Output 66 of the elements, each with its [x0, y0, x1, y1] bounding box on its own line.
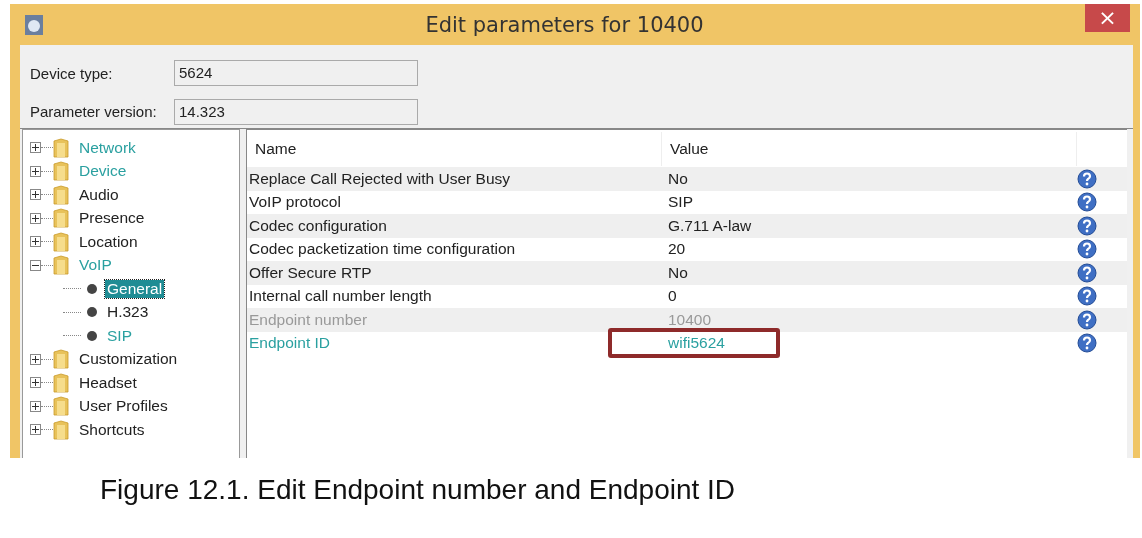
folder-icon — [53, 396, 69, 417]
bullet-icon — [87, 283, 97, 294]
app-icon — [24, 13, 44, 36]
expand-icon[interactable] — [30, 400, 41, 412]
table-cell-text: 20 — [667, 240, 686, 259]
table-cell-text: Endpoint ID — [248, 334, 331, 353]
tree-item[interactable]: General — [105, 279, 165, 298]
table-cell-text: SIP — [667, 193, 693, 212]
help-icon[interactable] — [1077, 192, 1097, 213]
folder-icon — [53, 349, 69, 370]
table-cell-text: Replace Call Rejected with User Busy — [248, 169, 512, 188]
expand-icon[interactable] — [30, 424, 41, 436]
folder-icon — [53, 255, 69, 276]
input-field[interactable]: 14.323 — [174, 98, 418, 125]
tree-item[interactable]: H.323 — [105, 303, 151, 322]
table-cell-text: Internal call number length — [248, 287, 433, 306]
column-header[interactable]: Name — [247, 132, 662, 166]
help-icon[interactable] — [1077, 168, 1097, 189]
help-icon[interactable] — [1077, 309, 1097, 330]
help-icon[interactable] — [1077, 215, 1097, 236]
help-icon[interactable] — [1077, 239, 1097, 260]
tree-item[interactable]: Shortcuts — [77, 420, 147, 439]
tree-item[interactable]: Audio — [77, 185, 121, 204]
tree-item[interactable]: Presence — [77, 209, 147, 228]
expand-icon[interactable] — [30, 212, 41, 224]
bullet-icon — [87, 330, 97, 341]
close-button[interactable]: × — [1085, 4, 1130, 32]
tree-item[interactable]: User Profiles — [77, 397, 170, 416]
field-label: Parameter version: — [30, 103, 158, 121]
window-title: Edit parameters for 10400 — [424, 12, 705, 37]
expand-icon[interactable] — [30, 142, 41, 154]
folder-icon — [53, 231, 69, 252]
expand-icon[interactable] — [30, 353, 41, 365]
column-header[interactable]: Value — [662, 132, 1077, 166]
table-cell-text: 10400 — [667, 310, 712, 329]
folder-icon — [53, 137, 69, 158]
table-cell-text: 0 — [667, 287, 677, 306]
tree-item[interactable]: Customization — [77, 350, 180, 369]
expand-icon[interactable] — [30, 236, 41, 248]
collapse-icon[interactable] — [30, 259, 41, 271]
folder-icon — [53, 419, 69, 440]
folder-icon — [53, 208, 69, 229]
figure-caption: Figure 12.1. Edit Endpoint number and Endpoint ID — [100, 474, 737, 506]
folder-icon — [53, 161, 69, 182]
expand-icon[interactable] — [30, 377, 41, 389]
help-icon[interactable] — [1077, 262, 1097, 283]
expand-icon[interactable] — [30, 189, 41, 201]
table-cell-text: Offer Secure RTP — [248, 263, 373, 282]
bullet-icon — [87, 307, 97, 318]
folder-icon — [53, 372, 69, 393]
tree-item[interactable]: Location — [77, 232, 140, 251]
tree-item[interactable]: Headset — [77, 373, 139, 392]
table-cell-text: No — [667, 263, 688, 282]
table-cell-text: No — [667, 169, 688, 188]
input-field[interactable]: 5624 — [174, 60, 418, 87]
field-label: Device type: — [30, 64, 114, 82]
help-icon[interactable] — [1077, 333, 1097, 354]
table-cell-text: Codec configuration — [248, 216, 388, 235]
table-cell-text: Codec packetization time configuration — [248, 240, 517, 259]
help-icon[interactable] — [1077, 286, 1097, 307]
table-cell-text: VoIP protocol — [248, 193, 342, 212]
table-cell-text: G.711 A-law — [667, 216, 752, 235]
table-cell-text: Endpoint number — [248, 310, 369, 329]
expand-icon[interactable] — [30, 165, 41, 177]
folder-icon — [53, 184, 69, 205]
table-cell-text: wifi5624 — [667, 334, 725, 353]
